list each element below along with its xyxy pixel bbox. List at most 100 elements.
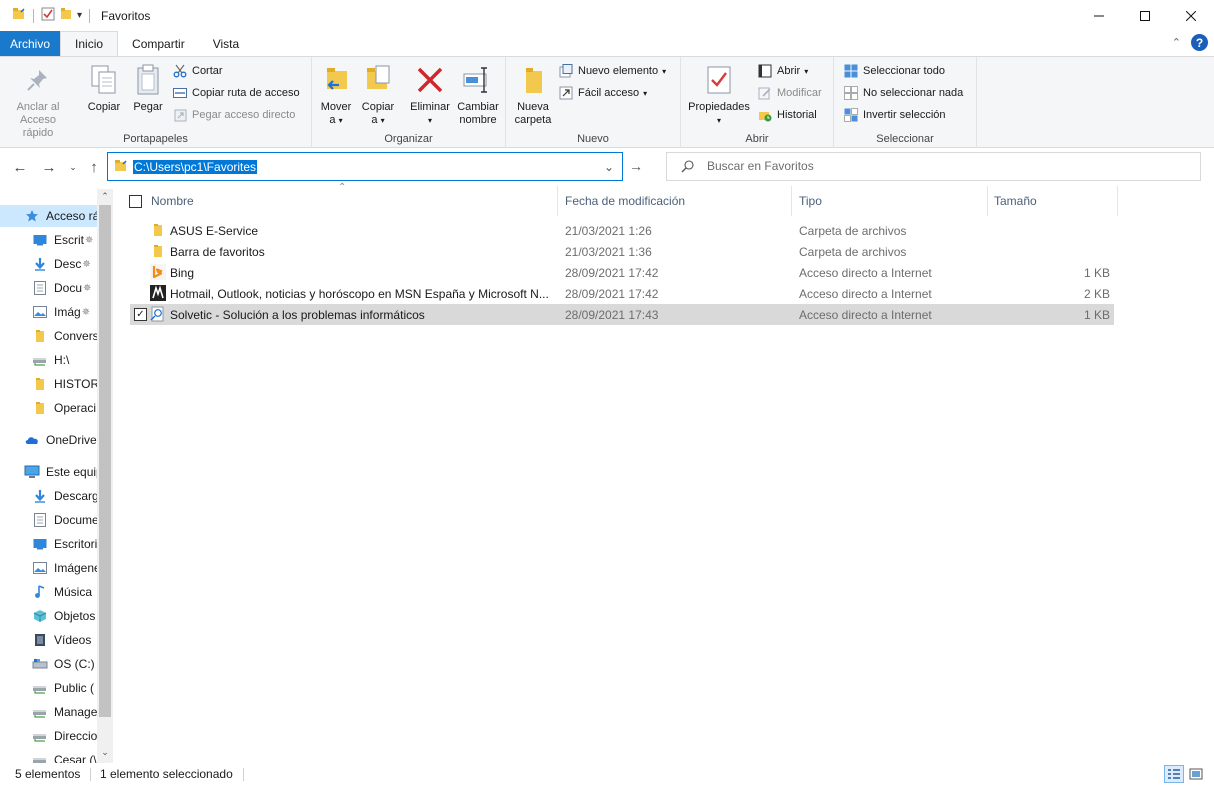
column-header-size[interactable]: Tamaño — [994, 186, 1037, 216]
nav-item[interactable]: Música — [0, 581, 97, 603]
new-folder-icon[interactable] — [59, 7, 73, 24]
nav-item[interactable]: Objetos — [0, 605, 97, 627]
edit-button[interactable]: Modificar — [757, 83, 822, 103]
nav-item-label: Escritori — [54, 537, 97, 551]
group-label-portapapeles: Portapapeles — [123, 133, 188, 145]
recent-locations-icon[interactable]: ⌄ — [64, 158, 82, 176]
back-arrow-icon[interactable]: ← — [11, 158, 29, 176]
cut-button[interactable]: Cortar — [172, 61, 223, 81]
address-bar[interactable]: C:\Users\pc1\Favorites ⌄ — [107, 152, 623, 181]
forward-arrow-icon[interactable]: → — [40, 158, 58, 176]
tab-compartir[interactable]: Compartir — [118, 31, 199, 56]
selection-count: 1 elemento seleccionado — [100, 767, 233, 781]
nav-item-label: OneDrive — [46, 433, 97, 447]
scroll-up-icon[interactable]: ⌃ — [97, 191, 113, 205]
nav-item[interactable]: Docume — [0, 509, 97, 531]
column-header-type[interactable]: Tipo — [799, 186, 822, 216]
tab-vista[interactable]: Vista — [199, 31, 253, 56]
select-all-button[interactable]: Seleccionar todo — [843, 61, 945, 81]
paste-button[interactable]: Pegar — [128, 61, 168, 114]
copy-button[interactable]: Copiar — [84, 61, 124, 114]
nav-item[interactable]: Vídeos — [0, 629, 97, 651]
open-button[interactable]: Abrir ▾ — [757, 61, 808, 81]
file-row[interactable]: Hotmail, Outlook, noticias y horóscopo e… — [130, 283, 1114, 304]
file-date: 28/09/2021 17:43 — [565, 308, 659, 322]
easy-access-button[interactable]: Fácil acceso ▾ — [558, 83, 647, 103]
move-to-button[interactable]: Mover a ▾ — [316, 61, 356, 127]
file-row[interactable]: Bing 28/09/2021 17:42 Acceso directo a Int… — [130, 262, 1114, 283]
invert-selection-button[interactable]: Invertir selección — [843, 105, 946, 125]
tab-inicio[interactable]: Inicio — [60, 31, 119, 56]
maximize-button[interactable] — [1122, 0, 1168, 31]
new-folder-button[interactable]: Nueva carpeta — [510, 61, 556, 127]
nav-item[interactable]: OneDrive — [0, 429, 97, 451]
scroll-down-icon[interactable]: ⌄ — [97, 747, 113, 761]
details-view-icon[interactable] — [1164, 765, 1184, 783]
nav-item[interactable]: Escritori — [0, 533, 97, 555]
close-button[interactable] — [1168, 0, 1214, 31]
pin-quick-access-button[interactable]: Anclar al Acceso rápido — [6, 61, 70, 140]
nav-item[interactable]: H:\ — [0, 349, 97, 371]
column-header-name[interactable]: Nombre — [151, 186, 194, 216]
chevron-down-icon: ▾ — [716, 116, 721, 125]
search-box[interactable] — [666, 152, 1201, 181]
row-checkbox[interactable]: ✓ — [134, 308, 147, 321]
history-button[interactable]: Historial — [757, 105, 817, 125]
file-row[interactable]: ✓ Solvetic - Solución a los problemas inf… — [130, 304, 1114, 325]
new-item-button[interactable]: Nuevo elemento ▾ — [558, 61, 666, 81]
large-icons-view-icon[interactable] — [1186, 765, 1206, 783]
minimize-button[interactable] — [1076, 0, 1122, 31]
nav-item-label: Operaci — [54, 401, 97, 415]
ribbon: Anclar al Acceso rápido Copiar Pegar Cor… — [0, 56, 1214, 148]
nav-item[interactable]: Escrit ✵ — [0, 229, 97, 251]
open-icon — [757, 63, 773, 79]
file-row[interactable]: Barra de favoritos 21/03/2021 1:36 Carpeta… — [130, 241, 1114, 262]
nav-item[interactable]: Convers — [0, 325, 97, 347]
nav-item[interactable]: Imágene — [0, 557, 97, 579]
paste-shortcut-button[interactable]: Pegar acceso directo — [172, 105, 295, 125]
collapse-ribbon-icon[interactable]: ⌃ — [1172, 36, 1181, 49]
properties-icon[interactable] — [41, 7, 55, 24]
delete-button[interactable]: Eliminar ▾ — [406, 61, 454, 127]
up-arrow-icon[interactable]: ↑ — [85, 158, 103, 176]
nav-item[interactable]: Imág ✵ — [0, 301, 97, 323]
select-none-button[interactable]: No seleccionar nada — [843, 83, 963, 103]
nav-item[interactable]: OS (C:) — [0, 653, 97, 675]
nav-item[interactable]: Cesar (\ — [0, 749, 97, 763]
rename-button[interactable]: Cambiar nombre — [454, 61, 502, 127]
nav-scrollbar[interactable]: ⌃ ⌄ — [97, 189, 113, 763]
nav-item[interactable]: Direccio — [0, 725, 97, 747]
file-row[interactable]: ASUS E-Service 21/03/2021 1:26 Carpeta de … — [130, 220, 1114, 241]
cube-icon — [32, 608, 48, 624]
customize-qat-icon[interactable]: ▾ — [77, 10, 82, 21]
address-path[interactable]: C:\Users\pc1\Favorites — [133, 160, 258, 174]
network-drive-icon — [32, 752, 48, 763]
help-icon[interactable]: ? — [1191, 34, 1208, 51]
properties-button[interactable]: Propiedades ▾ — [685, 61, 753, 127]
nav-item[interactable]: Manage — [0, 701, 97, 723]
nav-item-label: HISTORI — [54, 377, 97, 391]
quick-access-toolbar: ▾ — [0, 0, 93, 31]
nav-item[interactable]: Acceso rá — [0, 205, 97, 227]
nav-item[interactable]: Docu ✵ — [0, 277, 97, 299]
nav-item[interactable]: Descarg — [0, 485, 97, 507]
nav-item[interactable]: Este equip — [0, 461, 97, 483]
nav-item-label: Public ( — [54, 681, 95, 695]
nav-item[interactable]: Desc ✵ — [0, 253, 97, 275]
scrollbar-thumb[interactable] — [99, 205, 111, 717]
tab-archivo[interactable]: Archivo — [0, 31, 61, 56]
nav-item[interactable]: Operaci — [0, 397, 97, 419]
copy-path-button[interactable]: Copiar ruta de acceso — [172, 83, 300, 103]
network-drive-icon — [32, 728, 48, 744]
folder-icon — [32, 400, 48, 416]
nav-item-label: OS (C:) — [54, 657, 95, 671]
select-all-checkbox[interactable] — [129, 186, 142, 216]
column-header-date[interactable]: Fecha de modificación — [565, 186, 685, 216]
nav-item-label: Manage — [54, 705, 97, 719]
chevron-down-icon[interactable]: ⌄ — [604, 160, 614, 174]
nav-item[interactable]: HISTORI — [0, 373, 97, 395]
copy-to-button[interactable]: Copiar a ▾ — [358, 61, 398, 127]
search-input[interactable] — [707, 159, 1187, 173]
go-arrow-icon[interactable]: → — [629, 158, 643, 174]
nav-item[interactable]: Public ( — [0, 677, 97, 699]
